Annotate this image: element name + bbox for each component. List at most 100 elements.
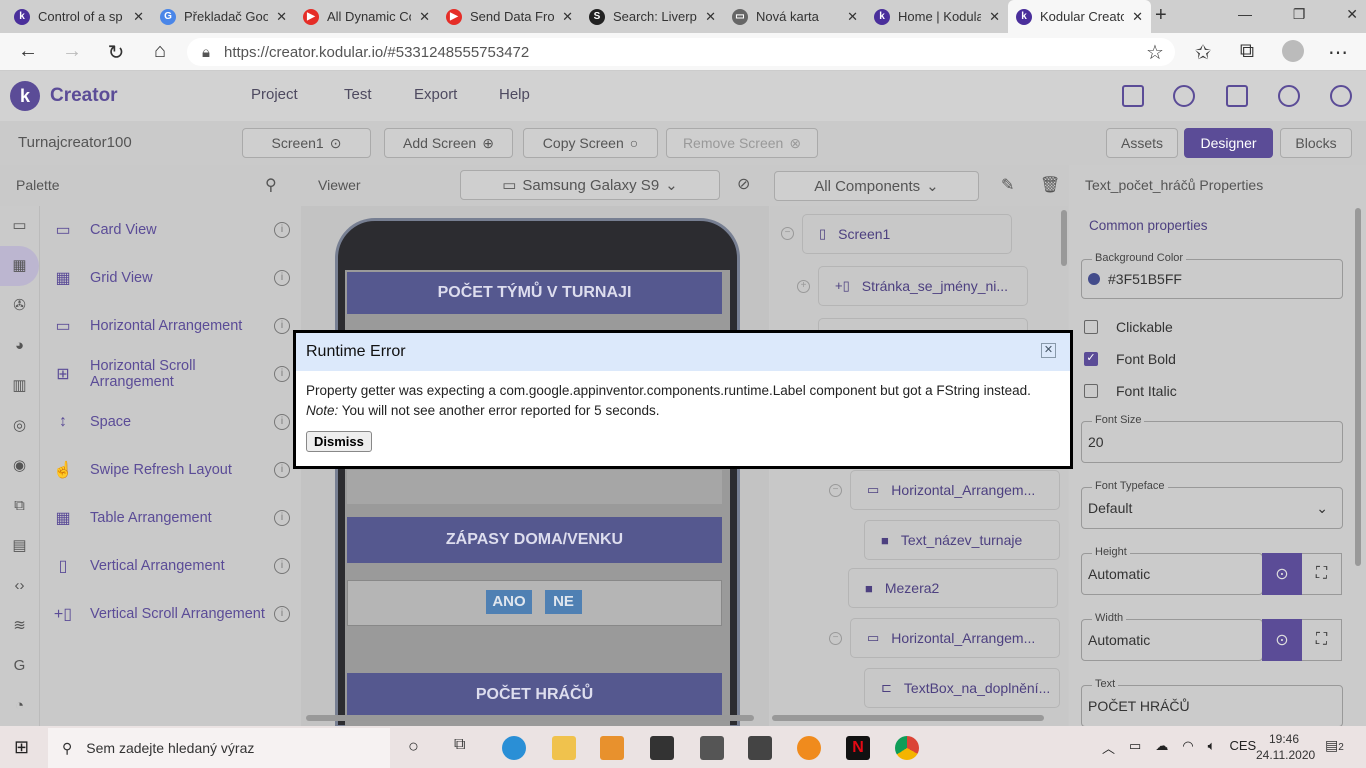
forward-icon[interactable]: → bbox=[60, 40, 84, 63]
ano-button[interactable]: ANO bbox=[486, 590, 532, 614]
search-icon[interactable]: ⚲ bbox=[265, 175, 277, 195]
assets-button[interactable]: Assets bbox=[1106, 128, 1178, 158]
add-screen-button[interactable]: Add Screen ⊕ bbox=[384, 128, 513, 158]
photo-app-icon[interactable] bbox=[748, 736, 772, 760]
onedrive-icon[interactable]: ☁ bbox=[1155, 738, 1168, 757]
category-utilities-icon[interactable]: ▤ bbox=[0, 526, 39, 566]
new-tab-button[interactable]: + bbox=[1155, 4, 1167, 27]
close-tab-icon[interactable]: ✕ bbox=[847, 9, 858, 25]
browser-tab[interactable]: G Překladač Goo ✕ bbox=[152, 0, 295, 33]
home-icon[interactable]: ⌂ bbox=[148, 40, 172, 63]
category-drawing-icon[interactable]: ◕ bbox=[0, 326, 39, 366]
close-window-button[interactable]: ✕ bbox=[1346, 6, 1358, 23]
info-icon[interactable]: i bbox=[274, 366, 290, 382]
tree-node[interactable]: +▯ Stránka_se_jmény_ni... bbox=[818, 266, 1028, 306]
tree-node[interactable]: ■ Text_název_turnaje bbox=[864, 520, 1060, 560]
height-automatic-button[interactable]: ⊙ bbox=[1262, 553, 1302, 595]
folder-icon[interactable] bbox=[1122, 85, 1144, 107]
font-typeface-select[interactable]: Font Typeface Default ⌄ bbox=[1081, 480, 1343, 529]
browser-tab[interactable]: ▶ All Dynamic Co ✕ bbox=[295, 0, 438, 33]
task-view-icon[interactable]: ⧉ bbox=[454, 736, 465, 754]
close-icon[interactable]: ✕ bbox=[1041, 343, 1056, 358]
settings-app-icon[interactable] bbox=[797, 736, 821, 760]
close-tab-icon[interactable]: ✕ bbox=[989, 9, 1000, 25]
info-icon[interactable]: i bbox=[274, 222, 290, 238]
font-size-field[interactable]: Font Size 20 bbox=[1081, 414, 1343, 463]
width-field[interactable]: Width Automatic bbox=[1081, 612, 1263, 661]
browser-tab[interactable]: k Kodular Creato ✕ bbox=[1008, 0, 1151, 33]
ne-button[interactable]: NE bbox=[545, 590, 582, 614]
palette-item[interactable]: ▦ Table Arrangement i bbox=[50, 494, 290, 542]
label-pocet-tymu[interactable]: POČET TÝMŮ V TURNAJI bbox=[347, 272, 722, 314]
category-maps-icon[interactable]: ▥ bbox=[0, 366, 39, 406]
close-tab-icon[interactable]: ✕ bbox=[1132, 9, 1143, 25]
tree-node[interactable]: ▭ Horizontal_Arrangem... bbox=[850, 470, 1060, 510]
category-google-icon[interactable]: G bbox=[0, 646, 39, 686]
height-field[interactable]: Height Automatic bbox=[1081, 546, 1263, 595]
browser-tab[interactable]: k Control of a sp ✕ bbox=[6, 0, 152, 33]
more-menu-icon[interactable]: ⋯ bbox=[1326, 40, 1350, 65]
menu-project[interactable]: Project bbox=[251, 86, 298, 103]
hide-components-icon[interactable]: ⊘ bbox=[737, 174, 750, 194]
notifications-icon[interactable]: ▤2 bbox=[1325, 737, 1344, 754]
collapse-icon[interactable]: − bbox=[829, 484, 842, 497]
info-icon[interactable]: i bbox=[274, 462, 290, 478]
language-indicator[interactable]: CES bbox=[1229, 738, 1256, 757]
close-tab-icon[interactable]: ✕ bbox=[705, 9, 716, 25]
info-icon[interactable]: i bbox=[274, 558, 290, 574]
palette-item[interactable]: ▭ Horizontal Arrangement i bbox=[50, 302, 290, 350]
category-sensors-icon[interactable]: ◎ bbox=[0, 406, 39, 446]
clock[interactable]: 19:46 24.11.2020 bbox=[1256, 731, 1315, 763]
text-field[interactable]: Text POČET HRÁČŮ bbox=[1081, 678, 1343, 727]
menu-test[interactable]: Test bbox=[344, 86, 372, 103]
browser-tab[interactable]: ▭ Nová karta ✕ bbox=[724, 0, 866, 33]
battery-icon[interactable]: ▭ bbox=[1129, 738, 1141, 757]
favorite-star-icon[interactable]: ☆ bbox=[1143, 40, 1167, 65]
cortana-icon[interactable]: ○ bbox=[408, 736, 419, 757]
edge-icon[interactable] bbox=[502, 736, 526, 760]
profile-avatar[interactable] bbox=[1282, 40, 1304, 62]
browser-tab[interactable]: k Home | Kodula ✕ bbox=[866, 0, 1008, 33]
windows-start-icon[interactable]: ⊞ bbox=[14, 737, 29, 758]
category-code-icon[interactable]: ‹› bbox=[0, 566, 39, 606]
close-tab-icon[interactable]: ✕ bbox=[276, 9, 287, 25]
palette-item[interactable]: ☝ Swipe Refresh Layout i bbox=[50, 446, 290, 494]
info-icon[interactable]: i bbox=[274, 414, 290, 430]
menu-help[interactable]: Help bbox=[499, 86, 530, 103]
palette-item[interactable]: ⊞ Horizontal Scroll Arrangement i bbox=[50, 350, 290, 398]
height-fill-parent-button[interactable]: ⛶ bbox=[1302, 553, 1342, 595]
back-icon[interactable]: ← bbox=[16, 40, 40, 63]
file-explorer-icon[interactable] bbox=[552, 736, 576, 760]
account-icon[interactable] bbox=[1330, 85, 1352, 107]
viewer-hscrollbar[interactable] bbox=[306, 715, 754, 721]
dismiss-button[interactable]: Dismiss bbox=[306, 431, 372, 452]
font-italic-checkbox[interactable] bbox=[1084, 384, 1098, 398]
info-icon[interactable]: i bbox=[274, 510, 290, 526]
device-select[interactable]: ▭ Samsung Galaxy S9 ⌄ bbox=[460, 170, 720, 200]
browser-tab[interactable]: ▶ Send Data Fro ✕ bbox=[438, 0, 581, 33]
category-layout-icon[interactable]: ▦ bbox=[0, 246, 39, 286]
delete-icon[interactable]: 🗑︎ bbox=[1040, 175, 1060, 195]
category-connectivity-icon[interactable]: ≋ bbox=[0, 606, 39, 646]
category-media-icon[interactable]: ✇ bbox=[0, 286, 39, 326]
menu-export[interactable]: Export bbox=[414, 86, 457, 103]
palette-item[interactable]: ▭ Card View i bbox=[50, 206, 290, 254]
palette-item[interactable]: ▯ Vertical Arrangement i bbox=[50, 542, 290, 590]
refresh-icon[interactable]: ↻ bbox=[104, 40, 128, 65]
properties-scrollbar[interactable] bbox=[1355, 208, 1361, 566]
expand-icon[interactable]: + bbox=[797, 280, 810, 293]
tree-node-screen1[interactable]: ▯ Screen1 bbox=[802, 214, 1012, 254]
close-tab-icon[interactable]: ✕ bbox=[419, 9, 430, 25]
palette-item[interactable]: ↕ Space i bbox=[50, 398, 290, 446]
component-filter-select[interactable]: All Components ⌄ bbox=[774, 171, 979, 201]
favorites-icon[interactable]: ✩ bbox=[1191, 40, 1215, 65]
clickable-checkbox[interactable] bbox=[1084, 320, 1098, 334]
blocks-button[interactable]: Blocks bbox=[1280, 128, 1352, 158]
category-storage-icon[interactable]: ⧉ bbox=[0, 486, 39, 526]
edit-icon[interactable]: ✎ bbox=[1001, 175, 1014, 195]
tree-node[interactable]: ▭ Horizontal_Arrangem... bbox=[850, 618, 1060, 658]
minimize-button[interactable]: — bbox=[1238, 6, 1252, 23]
taskbar-search[interactable]: ⚲ Sem zadejte hledaný výraz bbox=[48, 728, 390, 768]
designer-button[interactable]: Designer bbox=[1184, 128, 1273, 158]
info-icon[interactable]: i bbox=[274, 606, 290, 622]
